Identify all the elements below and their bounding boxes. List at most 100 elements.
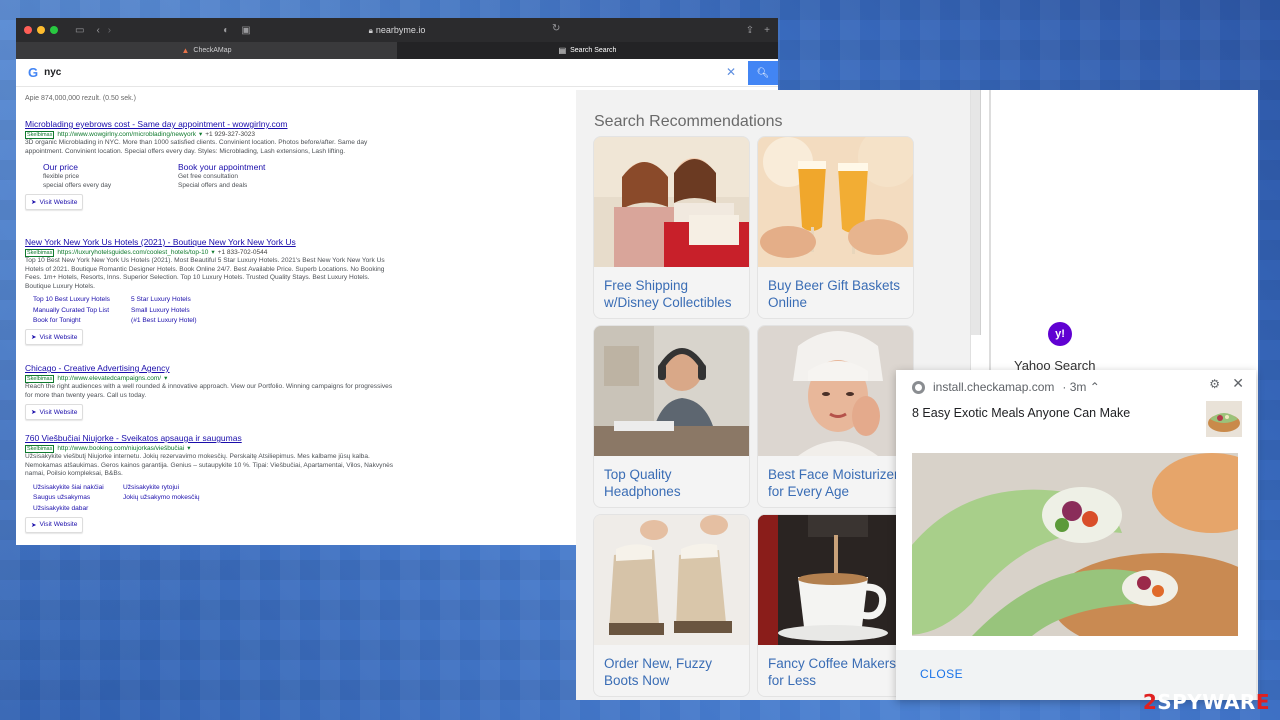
search-result: New York New York Us Hotels (2021) - Bou… xyxy=(25,237,395,345)
google-logo: G xyxy=(28,65,39,80)
recommendation-card[interactable]: Order New, Fuzzy Boots Now xyxy=(594,515,749,696)
sitelink-desc: special offers every day xyxy=(43,181,112,189)
result-title-link[interactable]: Microblading eyebrows cost - Same day ap… xyxy=(25,119,395,130)
arrow-icon: ➤ xyxy=(31,521,37,529)
watermark-logo: 2SPYWARE xyxy=(1143,690,1270,714)
result-url: Skelbimas http://www.wowgirlny.com/micro… xyxy=(25,130,395,139)
phone-number[interactable]: +1 929-327-3023 xyxy=(205,130,255,139)
shield-icon[interactable]: ◐ xyxy=(223,25,229,36)
dropdown-icon[interactable]: ▾ xyxy=(164,374,167,383)
search-input[interactable]: nyc xyxy=(44,67,61,78)
reader-icon[interactable]: ▣ xyxy=(241,25,250,36)
push-notification[interactable]: install.checkamap.com · 3m ⌃ ⚙ ✕ 8 Easy … xyxy=(896,370,1256,700)
dropdown-icon[interactable]: ▾ xyxy=(211,248,214,257)
arrow-icon: ➤ xyxy=(31,409,37,416)
recommendation-card[interactable]: Top Quality Headphones xyxy=(594,326,749,507)
recommendation-card[interactable]: Free Shipping w/Disney Collectibles xyxy=(594,137,749,318)
clear-icon[interactable]: ✕ xyxy=(726,65,736,79)
arrow-icon: ➤ xyxy=(31,199,37,206)
sitelink-book-appointment[interactable]: Book your appointment xyxy=(178,162,318,173)
sitelink[interactable]: (#1 Best Luxury Hotel) xyxy=(131,316,241,325)
sitelink[interactable]: Užsisakykite šiai nakčiai xyxy=(33,483,123,492)
new-tab-icon[interactable]: + xyxy=(764,25,770,36)
page-icon: ▤ xyxy=(558,46,567,55)
sitelink[interactable]: Užsisakykite dabar xyxy=(33,504,123,513)
visit-label: Visit Website xyxy=(39,521,78,528)
card-image xyxy=(758,326,913,456)
result-url-link[interactable]: http://www.booking.com/niujorkas/viešbuč… xyxy=(57,444,184,453)
chrome-icon xyxy=(912,380,925,394)
sitelink[interactable]: Small Luxury Hotels xyxy=(131,306,241,315)
close-button[interactable]: CLOSE xyxy=(920,667,963,681)
result-title-link[interactable]: New York New York Us Hotels (2021) - Bou… xyxy=(25,237,395,248)
sitelinks: Our price flexible price special offers … xyxy=(25,162,395,190)
close-icon[interactable]: ✕ xyxy=(1232,375,1244,392)
notification-thumbnail xyxy=(1206,401,1242,437)
result-description: Užsisakykite viešbutį Niujorke internetu… xyxy=(25,453,394,477)
minimize-window-button[interactable] xyxy=(37,26,45,34)
close-window-button[interactable] xyxy=(24,26,32,34)
result-url-link[interactable]: https://luxuryhotelsguides.com/coolest_h… xyxy=(57,248,208,257)
visit-label: Visit Website xyxy=(39,408,78,416)
result-title-link[interactable]: 760 Viešbučiai Niujorke - Sveikatos apsa… xyxy=(25,433,395,444)
notification-image xyxy=(912,453,1238,636)
panel-title: Search Recommendations xyxy=(594,113,783,130)
card-label: Buy Beer Gift Baskets Online xyxy=(768,278,901,310)
phone-number[interactable]: +1 833-702-0544 xyxy=(218,248,268,257)
url-text: nearbyme.io xyxy=(375,24,426,35)
watermark-prefix: 2 xyxy=(1142,690,1158,714)
forward-icon[interactable]: › xyxy=(108,25,111,36)
watermark-suffix: E xyxy=(1255,690,1270,714)
scrollbar[interactable] xyxy=(971,90,981,335)
dropdown-icon[interactable]: ▾ xyxy=(199,130,202,139)
recommendation-card[interactable]: Best Face Moisturizer for Every Age xyxy=(758,326,913,507)
search-result: Microblading eyebrows cost - Same day ap… xyxy=(25,119,395,210)
result-title-link[interactable]: Chicago - Creative Advertising Agency xyxy=(25,363,395,374)
sitelinks: Užsisakykite šiai nakčiai Užsisakykite r… xyxy=(25,483,395,513)
notification-title: 8 Easy Exotic Meals Anyone Can Make xyxy=(912,406,1131,420)
sitelink-desc: flexible price xyxy=(43,173,80,180)
visit-website-button[interactable]: ➤ Visit Website xyxy=(25,329,84,345)
result-description: Top 10 Best New York New York Us Hotels … xyxy=(25,257,385,290)
result-description: Reach the right audiences with a well ro… xyxy=(25,383,393,399)
sitelink-our-price[interactable]: Our price xyxy=(43,162,178,173)
recommendation-card[interactable]: Fancy Coffee Makers for Less xyxy=(758,515,913,696)
dropdown-icon[interactable]: ▾ xyxy=(187,444,190,453)
tab-checkamap[interactable]: ▲ CheckAMap xyxy=(16,42,397,59)
recommendation-card[interactable]: Buy Beer Gift Baskets Online xyxy=(758,137,913,318)
sitelink[interactable]: Manually Curated Top List xyxy=(33,306,131,315)
result-url-link[interactable]: http://www.elevatedcampaigns.com/ xyxy=(57,374,161,383)
ad-badge: Skelbimas xyxy=(25,130,55,139)
visit-website-button[interactable]: ➤ Visit Website xyxy=(25,516,84,533)
sitelink-desc: Get free consultation xyxy=(178,173,238,180)
result-url-link[interactable]: http://www.wowgirlny.com/microblading/ne… xyxy=(57,130,196,139)
ad-badge: Skelbimas xyxy=(25,374,55,383)
sitelink[interactable]: Jokių užsakymo mokesčių xyxy=(123,493,233,502)
notification-time[interactable]: · 3m ⌃ xyxy=(1062,380,1099,394)
address-bar[interactable]: 🔒︎ nearbyme.io xyxy=(369,25,426,36)
search-button[interactable]: 🔍︎ xyxy=(748,61,778,85)
sitelink[interactable]: 5 Star Luxury Hotels xyxy=(131,295,241,304)
share-icon[interactable]: ⇪ xyxy=(746,25,754,36)
sitelink[interactable]: Book for Tonight xyxy=(33,316,131,325)
result-url: Skelbimas http://www.elevatedcampaigns.c… xyxy=(25,374,395,383)
tab-search-search[interactable]: ▤ Search Search xyxy=(397,42,778,59)
card-image xyxy=(758,515,913,645)
search-result: 760 Viešbučiai Niujorke - Sveikatos apsa… xyxy=(25,433,395,533)
sidebar-icon[interactable]: ▭ xyxy=(75,25,84,36)
notification-source: install.checkamap.com xyxy=(933,380,1055,394)
visit-website-button[interactable]: ➤ Visit Website xyxy=(25,194,84,210)
card-label: Free Shipping w/Disney Collectibles xyxy=(604,278,732,310)
google-search-bar: G nyc ✕ 🔍︎ xyxy=(16,59,778,87)
visit-label: Visit Website xyxy=(39,333,78,341)
sitelink[interactable]: Top 10 Best Luxury Hotels xyxy=(33,295,131,304)
reload-icon[interactable]: ↻ xyxy=(552,23,560,34)
card-label: Top Quality Headphones xyxy=(604,467,681,499)
sitelink[interactable]: Užsisakykite rytojui xyxy=(123,483,233,492)
sitelink[interactable]: Saugus užsakymas xyxy=(33,493,123,502)
visit-website-button[interactable]: ➤ Visit Website xyxy=(25,404,84,420)
back-icon[interactable]: ‹ xyxy=(96,25,99,36)
gear-icon[interactable]: ⚙ xyxy=(1209,377,1220,391)
card-image xyxy=(758,137,913,267)
maximize-window-button[interactable] xyxy=(50,26,58,34)
